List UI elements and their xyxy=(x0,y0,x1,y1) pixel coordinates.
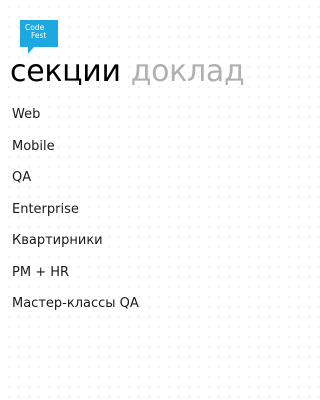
section-item-kvartirniki[interactable]: Квартирники xyxy=(12,225,139,257)
pivot-tab-sections[interactable]: секции xyxy=(10,54,121,89)
section-item-masterclasses-qa[interactable]: Мастер-классы QA xyxy=(12,288,139,320)
pivot-tab-talks[interactable]: доклад xyxy=(131,54,245,89)
pivot-header: секции доклад xyxy=(10,52,245,92)
section-item-qa[interactable]: QA xyxy=(12,162,139,194)
section-item-web[interactable]: Web xyxy=(12,99,139,131)
section-item-mobile[interactable]: Mobile xyxy=(12,131,139,163)
section-item-pm-hr[interactable]: PM + HR xyxy=(12,257,139,289)
logo-text: Code Fest xyxy=(25,24,53,40)
section-item-enterprise[interactable]: Enterprise xyxy=(12,194,139,226)
sections-list: Web Mobile QA Enterprise Квартирники PM … xyxy=(12,99,139,320)
codefest-logo: Code Fest xyxy=(20,20,58,54)
logo-text-line-2: Fest xyxy=(31,31,47,40)
